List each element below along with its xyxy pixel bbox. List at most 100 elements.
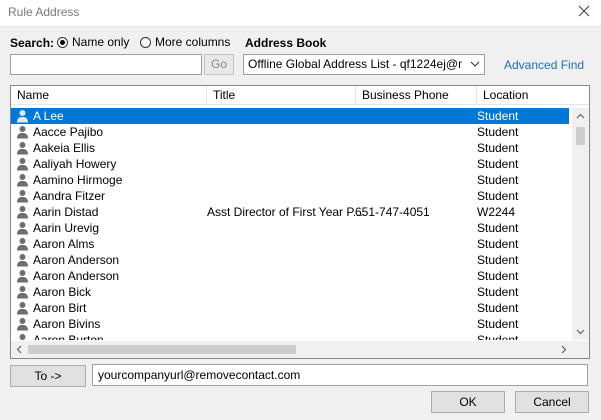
cell-location: Student [477, 333, 519, 340]
table-row[interactable]: A Lee Student [11, 108, 569, 124]
scroll-left-icon[interactable] [11, 341, 28, 358]
table-row[interactable]: Aaron Anderson Student [11, 252, 569, 268]
cell-location: Student [477, 237, 519, 251]
column-header-business-phone[interactable]: Business Phone [356, 86, 476, 104]
cell-location: Student [477, 125, 519, 139]
cell-name: Aamino Hirmoge [33, 173, 123, 187]
table-row[interactable]: Aaron Burton Student [11, 332, 569, 340]
radio-unchecked-icon [140, 36, 151, 48]
cell-name: Aakeia Ellis [33, 141, 96, 155]
table-row[interactable]: Aamino Hirmoge Student [11, 172, 569, 188]
column-header-title[interactable]: Title [207, 86, 355, 104]
search-label: Search: [10, 36, 55, 50]
contacts-rows: A Lee Student Aacce Pajibo Student Aakeia El… [11, 108, 571, 340]
person-icon [16, 237, 29, 251]
table-row[interactable]: Aacce Pajibo Student [11, 124, 569, 140]
cell-location: Student [477, 269, 519, 283]
address-book-dropdown[interactable]: Offline Global Address List - qf1224ej@m… [243, 54, 485, 75]
cell-name: Aaron Alms [33, 237, 95, 251]
table-row[interactable]: Aaron Birt Student [11, 300, 569, 316]
close-icon[interactable] [575, 2, 593, 20]
radio-name-only[interactable]: Name only [57, 35, 129, 49]
person-icon [16, 269, 29, 283]
table-row[interactable]: Aarin Distad Asst Director of First Year … [11, 204, 569, 220]
radio-more-columns[interactable]: More columns [140, 35, 230, 49]
cell-name: Aaron Anderson [33, 253, 120, 267]
window-title: Rule Address [8, 5, 80, 19]
table-row[interactable]: Aaron Bivins Student [11, 316, 569, 332]
cell-location: Student [477, 189, 519, 203]
table-row[interactable]: Aaliyah Howery Student [11, 156, 569, 172]
column-header-name[interactable]: Name [11, 86, 206, 104]
vertical-scrollbar[interactable] [572, 108, 589, 340]
person-icon [16, 173, 29, 187]
cell-name: Aarin Distad [33, 205, 99, 219]
cancel-button[interactable]: Cancel [515, 391, 589, 413]
radio-more-columns-label: More columns [155, 35, 231, 49]
horizontal-scrollbar[interactable] [11, 341, 572, 358]
cell-name: Aaron Burton [33, 333, 104, 340]
cell-location: Student [477, 141, 519, 155]
cell-title: Asst Director of First Year P... [207, 205, 363, 219]
cell-name: Aaron Anderson [33, 269, 120, 283]
vertical-scroll-thumb[interactable] [576, 127, 585, 145]
cell-location: Student [477, 109, 519, 123]
radio-name-only-label: Name only [72, 35, 130, 49]
person-icon [16, 109, 29, 123]
table-row[interactable]: Aandra Fitzer Student [11, 188, 569, 204]
column-header-location[interactable]: Location [477, 86, 589, 104]
contacts-list: Name Title Business Phone Location A Lee… [10, 85, 590, 359]
to-button[interactable]: To -> [10, 365, 86, 387]
search-input[interactable] [10, 54, 202, 75]
person-icon [16, 141, 29, 155]
address-book-label: Address Book [245, 36, 327, 50]
person-icon [16, 253, 29, 267]
title-bar: Rule Address [0, 0, 601, 27]
cell-business-phone: 651-747-4051 [355, 205, 430, 219]
cell-location: Student [477, 317, 519, 331]
person-icon [16, 157, 29, 171]
horizontal-scroll-thumb[interactable] [28, 345, 296, 354]
cell-name: Aandra Fitzer [33, 189, 106, 203]
person-icon [16, 285, 29, 299]
table-row[interactable]: Aaron Anderson Student [11, 268, 569, 284]
to-field-value: yourcompanyurl@removecontact.com [98, 368, 301, 382]
person-icon [16, 189, 29, 203]
cell-location: W2244 [477, 205, 516, 219]
table-row[interactable]: Aarin Urevig Student [11, 220, 569, 236]
to-field[interactable]: yourcompanyurl@removecontact.com [92, 364, 588, 386]
column-header-row: Name Title Business Phone Location [11, 86, 589, 105]
cell-location: Student [477, 173, 519, 187]
person-icon [16, 125, 29, 139]
radio-checked-icon [57, 36, 68, 48]
cell-location: Student [477, 285, 519, 299]
scroll-down-icon[interactable] [572, 323, 589, 340]
scrollbar-corner [572, 341, 589, 358]
person-icon [16, 205, 29, 219]
table-row[interactable]: Aaron Bick Student [11, 284, 569, 300]
cell-name: Aaron Birt [33, 301, 87, 315]
cell-name: Aacce Pajibo [33, 125, 104, 139]
chevron-down-icon [469, 55, 481, 74]
cell-name: Aarin Urevig [33, 221, 100, 235]
person-icon [16, 333, 29, 340]
cell-name: Aaron Bick [33, 285, 92, 299]
cell-location: Student [477, 221, 519, 235]
cell-name: A Lee [33, 109, 64, 123]
cell-location: Student [477, 253, 519, 267]
address-book-value: Offline Global Address List - qf1224ej@m… [248, 57, 462, 71]
scroll-up-icon[interactable] [572, 108, 589, 125]
table-row[interactable]: Aakeia Ellis Student [11, 140, 569, 156]
advanced-find-link[interactable]: Advanced Find [504, 58, 584, 72]
cell-name: Aaliyah Howery [33, 157, 117, 171]
person-icon [16, 317, 29, 331]
ok-button[interactable]: OK [431, 391, 505, 413]
go-button[interactable]: Go [204, 54, 234, 75]
table-row[interactable]: Aaron Alms Student [11, 236, 569, 252]
cell-location: Student [477, 157, 519, 171]
cell-location: Student [477, 301, 519, 315]
cell-name: Aaron Bivins [33, 317, 101, 331]
scroll-right-icon[interactable] [555, 341, 572, 358]
person-icon [16, 221, 29, 235]
person-icon [16, 301, 29, 315]
